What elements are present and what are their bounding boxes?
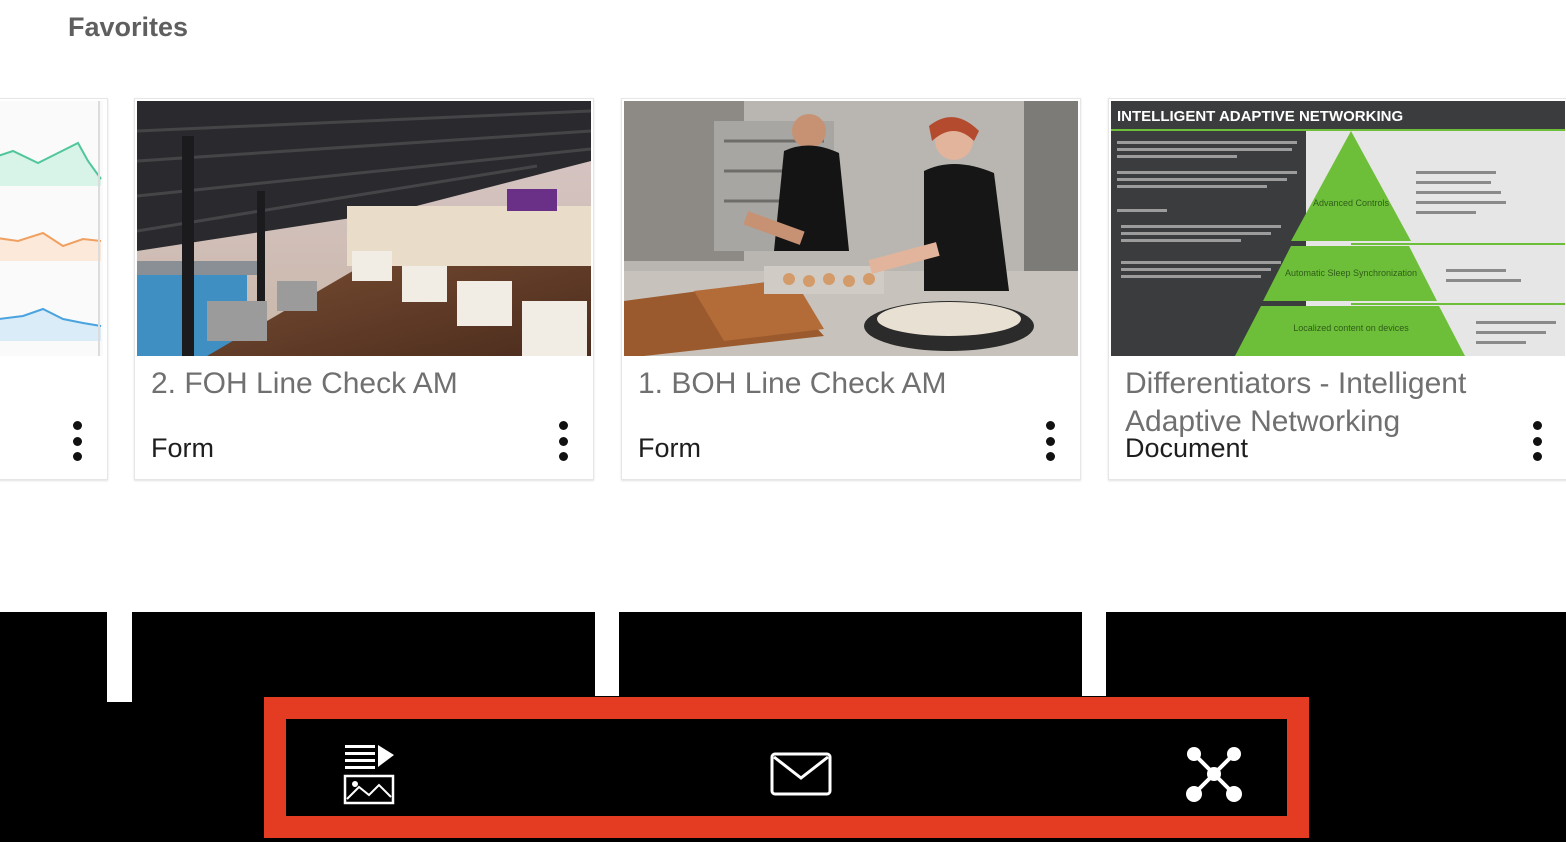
card-thumbnail — [0, 101, 103, 356]
card-menu-button[interactable] — [551, 417, 575, 465]
card-type: Form — [151, 433, 214, 463]
card-thumbnail-restaurant — [137, 101, 591, 356]
card-type: Form — [638, 433, 701, 463]
card-thumbnail-kitchen — [624, 101, 1078, 356]
menu-dot — [1532, 421, 1542, 430]
document-preview-icon: INTELLIGENT ADAPTIVE NETWORKING Advanced… — [1111, 101, 1565, 356]
card-thumbnail-document: INTELLIGENT ADAPTIVE NETWORKING Advanced… — [1111, 101, 1565, 356]
menu-dot — [1532, 436, 1542, 446]
menu-dot — [72, 452, 82, 461]
menu-dot — [1532, 452, 1542, 461]
menu-dot — [558, 452, 568, 461]
menu-dot — [1045, 436, 1055, 446]
card-gap — [1082, 612, 1106, 696]
card-title: 2. FOH Line Check AM — [151, 367, 458, 400]
bottom-action-toolbar — [264, 697, 1309, 838]
favorite-card-document[interactable]: INTELLIGENT ADAPTIVE NETWORKING Advanced… — [1108, 98, 1566, 480]
card-gap — [107, 612, 132, 702]
share-button[interactable] — [1179, 739, 1249, 809]
mail-icon — [770, 752, 832, 796]
restaurant-image-icon — [137, 101, 591, 356]
menu-dot — [72, 436, 82, 446]
favorite-card-boh[interactable]: 1. BOH Line Check AM Form — [621, 98, 1081, 480]
card-menu-button[interactable] — [1038, 417, 1062, 465]
share-network-icon — [1186, 747, 1242, 802]
section-title: Favorites — [68, 12, 189, 42]
card-menu-button[interactable] — [65, 417, 89, 465]
thumbnail-heading: INTELLIGENT ADAPTIVE NETWORKING — [1117, 108, 1403, 125]
card-gap — [595, 612, 619, 696]
card-menu-button[interactable] — [1525, 417, 1549, 465]
menu-dot — [1045, 452, 1055, 461]
menu-dot — [1045, 421, 1055, 430]
menu-dot — [558, 421, 568, 430]
menu-dot — [558, 436, 568, 446]
kitchen-image-icon — [624, 101, 1078, 356]
pyramid-level-label: Advanced Controls — [1313, 198, 1390, 208]
chart-thumbnail-icon — [0, 101, 103, 356]
media-list-icon — [343, 745, 395, 805]
favorite-card-foh[interactable]: 2. FOH Line Check AM Form — [134, 98, 594, 480]
favorite-card-chart[interactable] — [0, 98, 108, 480]
card-title: 1. BOH Line Check AM — [638, 367, 947, 400]
pyramid-level-label: Automatic Sleep Synchronization — [1285, 268, 1417, 278]
card-title: Differentiators - Intelligent Adaptive N… — [1125, 367, 1467, 438]
card-type: Document — [1125, 433, 1249, 463]
media-list-button[interactable] — [334, 739, 404, 809]
mail-button[interactable] — [766, 739, 836, 809]
pyramid-level-label: Localized content on devices — [1293, 323, 1409, 333]
menu-dot — [72, 421, 82, 430]
